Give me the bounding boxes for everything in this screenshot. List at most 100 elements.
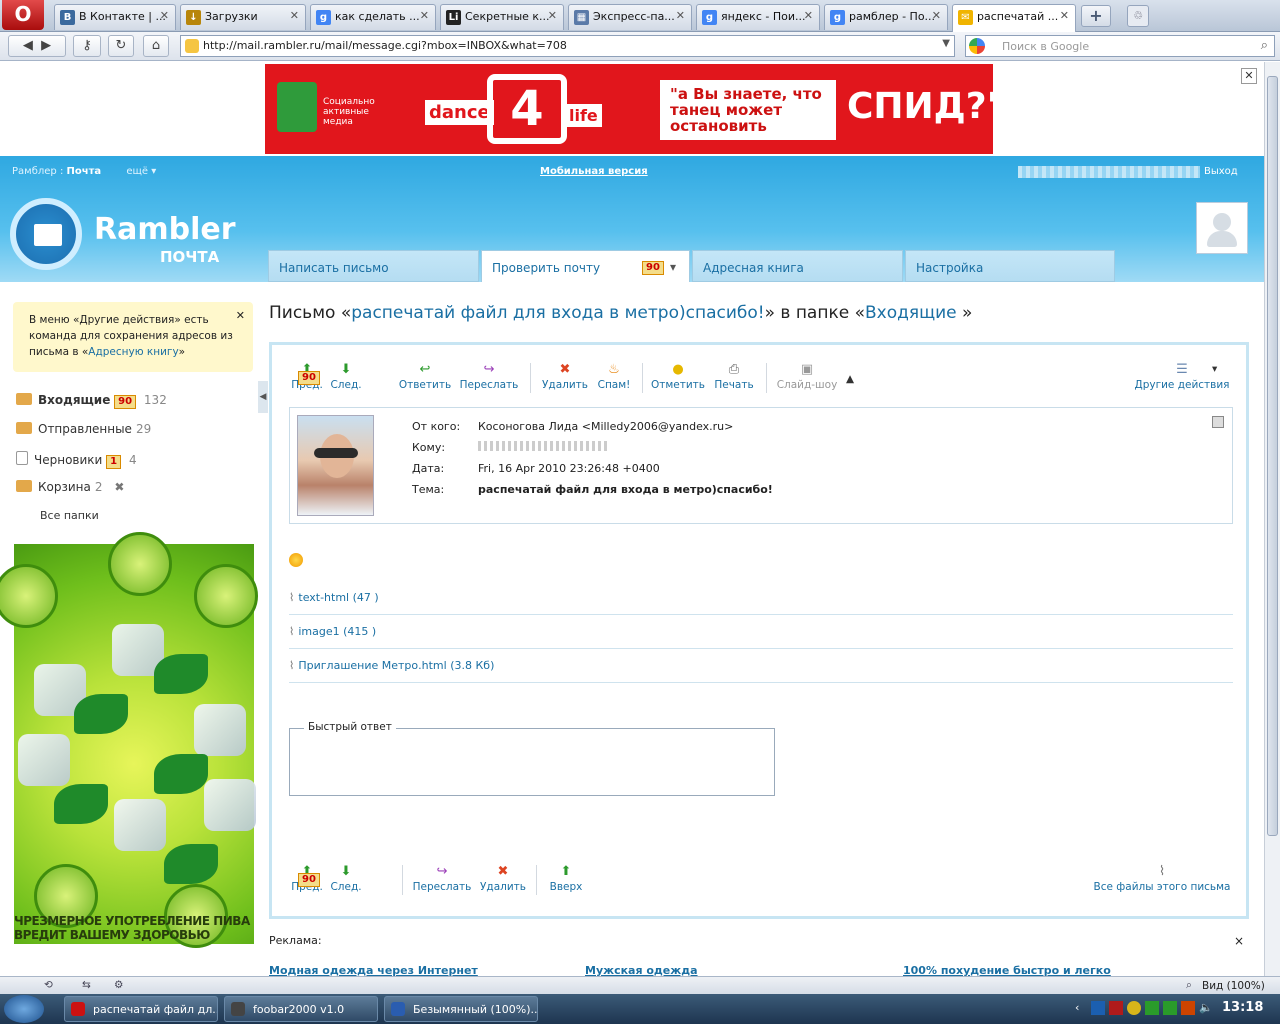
reload-every-icon[interactable]: ⟲: [44, 979, 53, 991]
rambler-logo-icon[interactable]: [10, 198, 82, 270]
tray-expand-icon[interactable]: ‹: [1075, 1001, 1079, 1014]
sync-icon[interactable]: ⇆: [82, 979, 91, 991]
tab-check-mail[interactable]: Проверить почту 90 ▾: [481, 250, 690, 282]
new-tab-button[interactable]: +: [1081, 5, 1111, 27]
scroll-top-button[interactable]: ⬆ Вверх: [544, 865, 588, 894]
close-tab-icon[interactable]: ✕: [804, 9, 813, 22]
sidebar-item-inbox[interactable]: Входящие 90 132: [16, 393, 167, 409]
mail-link[interactable]: Почта: [67, 166, 102, 177]
more-dropdown[interactable]: ещё: [126, 166, 148, 177]
close-tab-icon[interactable]: ✕: [420, 9, 429, 22]
minimize-header-icon[interactable]: [1212, 416, 1224, 428]
mojito-ad-image[interactable]: ЧРЕЗМЕРНОЕ УПОТРЕБЛЕНИЕ ПИВА ВРЕДИТ ВАШЕ…: [0, 532, 258, 948]
next-button-bottom[interactable]: ⬇ След.: [328, 865, 364, 894]
close-tab-icon[interactable]: ✕: [676, 9, 685, 22]
delete-button[interactable]: ✖ Удалить: [538, 363, 592, 392]
all-folders-link[interactable]: Все папки: [40, 509, 99, 522]
tab-addressbook[interactable]: Адресная книга: [692, 250, 903, 282]
google-icon[interactable]: [969, 38, 985, 54]
ad-link[interactable]: Мужская одежда: [585, 964, 698, 976]
other-actions-button[interactable]: ☰ Другие действия ▾: [1132, 363, 1232, 392]
close-tab-icon[interactable]: ✕: [932, 9, 941, 22]
spam-button[interactable]: ♨ Спам!: [592, 363, 636, 392]
back-arrow-icon[interactable]: ◀: [23, 38, 33, 53]
slideshow-button[interactable]: ▣ Слайд-шоу: [772, 363, 842, 392]
close-tab-icon[interactable]: ✕: [548, 9, 557, 22]
forward-button[interactable]: ↪ Переслать: [458, 363, 520, 392]
browser-tab[interactable]: B В Контакте | ... ✕: [54, 4, 176, 30]
chevron-down-icon[interactable]: ▾: [1212, 363, 1217, 375]
logout-link[interactable]: Выход: [1204, 166, 1238, 177]
taskbar-item-paint[interactable]: Безымянный (100%)...: [384, 996, 538, 1022]
tray-app-icon[interactable]: [1091, 1001, 1105, 1015]
chevron-down-icon[interactable]: ▼: [942, 38, 950, 49]
browser-tab[interactable]: g яндекс - Пои... ✕: [696, 4, 820, 30]
tab-compose[interactable]: Написать письмо: [268, 250, 479, 282]
browser-tab[interactable]: g рамблер - По... ✕: [824, 4, 948, 30]
tray-app-icon[interactable]: [1127, 1001, 1141, 1015]
sender-address[interactable]: Косоногова Лида <Milledy2006@yandex.ru>: [478, 420, 733, 433]
attachment-link[interactable]: image1 (415 ): [298, 625, 376, 638]
prev-button[interactable]: ⬆ 90 Пред.: [290, 363, 324, 392]
chevron-down-icon[interactable]: ▾: [151, 166, 156, 177]
reply-button[interactable]: ↩ Ответить: [394, 363, 456, 392]
forward-arrow-icon[interactable]: ▶: [41, 38, 51, 53]
vertical-scrollbar[interactable]: [1264, 62, 1280, 976]
sidebar-item-drafts[interactable]: Черновики 1 4: [16, 451, 137, 469]
home-button[interactable]: ⌂: [143, 35, 169, 57]
close-tab-icon[interactable]: ✕: [290, 9, 299, 22]
mark-button[interactable]: ● Отметить: [648, 363, 708, 392]
browser-tab[interactable]: g как сделать ... ✕: [310, 4, 436, 30]
folder-link[interactable]: Входящие: [865, 303, 962, 323]
antivirus-icon[interactable]: [1109, 1001, 1123, 1015]
prev-button-bottom[interactable]: ⬆ 90 Пред.: [290, 865, 324, 894]
search-input[interactable]: Поиск в Google ⌕: [965, 35, 1275, 57]
tab-settings[interactable]: Настройка: [905, 250, 1115, 282]
taskbar-item-foobar[interactable]: foobar2000 v1.0: [224, 996, 378, 1022]
volume-icon[interactable]: 🔈: [1199, 1001, 1213, 1014]
taskbar-item-opera[interactable]: распечатай файл дл...: [64, 996, 218, 1022]
close-tab-icon[interactable]: ✕: [160, 9, 169, 22]
sender-photo[interactable]: [297, 415, 374, 516]
avatar[interactable]: [1196, 202, 1248, 254]
print-button[interactable]: ⎙ Печать: [710, 363, 758, 392]
sidebar-item-sent[interactable]: Отправленные 29: [16, 422, 151, 436]
ad-link[interactable]: Модная одежда через Интернет: [269, 964, 478, 976]
all-files-button[interactable]: ⌇ Все файлы этого письма: [1092, 865, 1232, 894]
settings-icon[interactable]: ⚙: [114, 979, 123, 991]
empty-trash-icon[interactable]: ✖: [114, 480, 124, 494]
sidebar-item-trash[interactable]: Корзина 2 ✖: [16, 480, 124, 494]
forward-button-bottom[interactable]: ↪ Переслать: [410, 865, 474, 894]
zoom-icon[interactable]: ⌕: [1186, 979, 1192, 992]
delete-button-bottom[interactable]: ✖ Удалить: [476, 865, 530, 894]
attachment-link[interactable]: text-html (47 ): [298, 591, 378, 604]
browser-tab[interactable]: ▦ Экспресс-па... ✕: [568, 4, 692, 30]
close-icon[interactable]: ✕: [236, 308, 245, 324]
ad-banner[interactable]: Социально активные медиа dance 4 life "а…: [265, 64, 1005, 154]
subject-link[interactable]: распечатай файл для входа в метро)спасиб…: [351, 303, 764, 323]
search-icon[interactable]: ⌕: [1261, 38, 1268, 53]
back-forward-buttons[interactable]: ◀ ▶: [8, 35, 66, 57]
network-disabled-icon[interactable]: [1181, 1001, 1195, 1015]
wand-key-button[interactable]: ⚷: [73, 35, 101, 57]
mobile-version-link[interactable]: Мобильная версия: [540, 166, 648, 177]
addressbook-link[interactable]: Адресную книгу: [88, 346, 178, 358]
browser-tab[interactable]: Li Секретные к... ✕: [440, 4, 564, 30]
opera-menu-button[interactable]: O: [2, 0, 44, 30]
reload-button[interactable]: ↻: [108, 35, 134, 57]
address-field[interactable]: http://mail.rambler.ru/mail/message.cgi?…: [180, 35, 955, 57]
closed-tabs-trash-icon[interactable]: ♲: [1127, 5, 1149, 27]
zoom-level[interactable]: Вид (100%): [1202, 980, 1265, 992]
collapse-toolbar-icon[interactable]: ▲: [844, 373, 856, 385]
attachment-link[interactable]: Приглашение Метро.html (3.8 Кб): [298, 659, 494, 672]
system-clock[interactable]: 13:18: [1222, 1000, 1263, 1015]
sidebar-collapse-handle[interactable]: ◀: [258, 381, 268, 413]
quick-reply-field[interactable]: Быстрый ответ: [289, 721, 775, 796]
start-button[interactable]: [4, 995, 44, 1023]
close-icon[interactable]: ×: [1234, 934, 1244, 948]
rambler-link[interactable]: Рамблер: [12, 166, 57, 177]
scrollbar-thumb[interactable]: [1267, 76, 1278, 836]
browser-tab[interactable]: ↓ Загрузки ✕: [180, 4, 306, 30]
chevron-down-icon[interactable]: ▾: [670, 260, 676, 274]
tray-app-icon[interactable]: [1145, 1001, 1159, 1015]
